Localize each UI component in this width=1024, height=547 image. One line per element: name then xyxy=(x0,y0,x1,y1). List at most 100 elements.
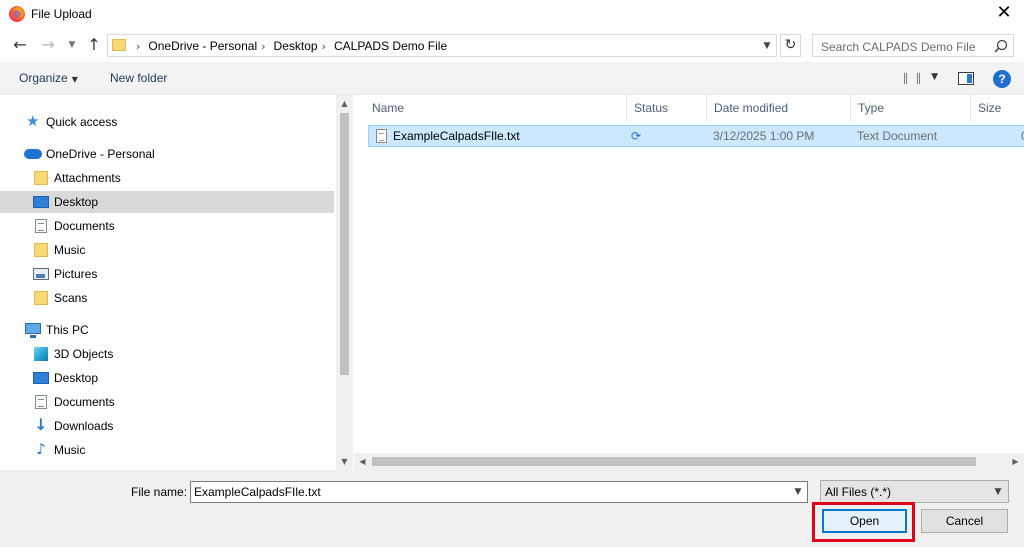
file-list-horizontal-scrollbar[interactable]: ◀ ▶ xyxy=(354,453,1024,470)
sidebar-item-desktop[interactable]: Desktop xyxy=(0,191,334,213)
star-icon: ★ xyxy=(26,112,40,130)
caret-down-icon: ▼ xyxy=(71,75,78,84)
folder-icon xyxy=(112,39,126,51)
sidebar-item-quick-access[interactable]: ★ Quick access xyxy=(0,111,334,133)
organize-button[interactable]: Organize ▼ xyxy=(19,71,78,85)
music-icon: ♪ xyxy=(36,440,46,458)
up-button[interactable]: ↑ xyxy=(84,35,104,55)
address-dropdown-button[interactable]: ▼ xyxy=(760,38,774,54)
sidebar-item-label: Downloads xyxy=(54,419,114,433)
sidebar-item-scans[interactable]: Scans xyxy=(0,287,334,309)
file-name-value: ExampleCalpadsFIle.txt xyxy=(194,485,321,499)
sidebar-item-label: Music xyxy=(54,443,86,457)
sort-ascending-icon: ^ xyxy=(503,95,511,101)
cloud-icon xyxy=(24,149,42,159)
open-button[interactable]: Open xyxy=(822,509,907,533)
sidebar-item-label: Desktop xyxy=(54,195,99,209)
close-button[interactable]: ✕ xyxy=(994,3,1014,23)
recent-locations-button[interactable]: ▼ xyxy=(62,35,82,55)
breadcrumb-item-calpads-demo-file[interactable]: CALPADS Demo File xyxy=(334,39,447,53)
chevron-right-icon[interactable]: › xyxy=(322,40,326,53)
back-button[interactable]: ← xyxy=(10,35,30,55)
sidebar-item-desktop-pc[interactable]: Desktop xyxy=(0,367,334,389)
sidebar-item-label: This PC xyxy=(46,323,89,337)
navigation-pane: ★ Quick access OneDrive - Personal Attac… xyxy=(0,95,336,470)
sidebar-item-documents-pc[interactable]: Documents xyxy=(0,391,334,413)
file-type-value: All Files (*.*) xyxy=(825,485,892,499)
scroll-down-icon[interactable]: ▼ xyxy=(336,453,353,470)
chevron-down-icon[interactable]: ▼ xyxy=(791,484,805,500)
desktop-icon xyxy=(33,372,49,384)
sidebar-item-label: OneDrive - Personal xyxy=(46,147,155,161)
pictures-icon xyxy=(33,268,49,280)
navigation-row: ← → ▼ ↑ › OneDrive - Personal › Desktop … xyxy=(0,32,1024,60)
title-bar: File Upload ✕ xyxy=(0,0,1024,28)
cancel-button[interactable]: Cancel xyxy=(921,509,1008,533)
column-header-type[interactable]: Type xyxy=(851,95,971,121)
organize-label: Organize xyxy=(19,71,68,85)
window-title: File Upload xyxy=(31,7,92,21)
forward-button[interactable]: → xyxy=(38,35,58,55)
sidebar-item-label: Documents xyxy=(54,395,115,409)
help-button[interactable]: ? xyxy=(993,70,1011,88)
breadcrumb-item-desktop[interactable]: Desktop xyxy=(274,39,318,53)
file-date-modified: 3/12/2025 1:00 PM xyxy=(713,129,815,143)
search-input[interactable]: Search CALPADS Demo File xyxy=(812,34,1014,57)
file-row[interactable]: ExampleCalpadsFIle.txt ⟳ 3/12/2025 1:00 … xyxy=(368,125,1024,147)
column-header-date-modified[interactable]: Date modified xyxy=(707,95,851,121)
navigation-pane-scrollbar[interactable]: ▲ ▼ xyxy=(336,95,353,470)
sidebar-item-label: Music xyxy=(54,243,86,257)
firefox-icon xyxy=(9,6,25,22)
desktop-icon xyxy=(33,196,49,208)
new-folder-button[interactable]: New folder xyxy=(110,71,167,85)
sidebar-item-this-pc[interactable]: This PC xyxy=(0,319,334,341)
scrollbar-thumb[interactable] xyxy=(372,457,976,466)
text-file-icon xyxy=(376,129,387,143)
sidebar-item-onedrive[interactable]: OneDrive - Personal xyxy=(0,143,334,165)
column-header-status[interactable]: Status xyxy=(627,95,707,121)
breadcrumb-item-onedrive[interactable]: OneDrive - Personal xyxy=(148,39,257,53)
refresh-button[interactable]: ↻ xyxy=(780,34,801,57)
sidebar-item-label: Quick access xyxy=(46,115,118,129)
sidebar-item-label: Documents xyxy=(54,219,115,233)
scroll-right-icon[interactable]: ▶ xyxy=(1007,453,1024,470)
scroll-up-icon[interactable]: ▲ xyxy=(336,95,353,112)
search-icon xyxy=(994,39,1008,53)
sidebar-item-label: Desktop xyxy=(54,371,99,385)
scrollbar-thumb[interactable] xyxy=(340,113,349,375)
sidebar-item-3d-objects[interactable]: 3D Objects xyxy=(0,343,334,365)
file-name-label: File name: xyxy=(131,485,188,499)
chevron-right-icon[interactable]: › xyxy=(261,40,265,53)
file-name: ExampleCalpadsFIle.txt xyxy=(393,129,520,143)
sidebar-item-label: Pictures xyxy=(54,267,98,281)
column-header-label: Name xyxy=(372,101,405,115)
scroll-left-icon[interactable]: ◀ xyxy=(354,453,371,470)
computer-icon xyxy=(25,323,41,338)
caret-down-icon: ▼ xyxy=(931,72,938,82)
sidebar-item-label: Scans xyxy=(54,291,88,305)
change-view-button[interactable]: ▼ xyxy=(902,70,940,88)
file-type-select[interactable]: All Files (*.*) ▼ xyxy=(820,480,1009,503)
file-list: ^ Name Status Date modified Type Size Ex… xyxy=(354,95,1024,470)
sidebar-item-pictures[interactable]: Pictures xyxy=(0,263,334,285)
sidebar-item-downloads[interactable]: ↓ Downloads xyxy=(0,415,334,437)
preview-pane-button[interactable] xyxy=(958,72,974,85)
sidebar-item-attachments[interactable]: Attachments xyxy=(0,167,334,189)
sidebar-item-music-pc[interactable]: ♪ Music xyxy=(0,439,334,461)
sidebar-item-music[interactable]: Music xyxy=(0,239,334,261)
file-name-field[interactable]: ExampleCalpadsFIle.txt ▼ xyxy=(190,481,808,503)
file-type: Text Document xyxy=(857,129,938,143)
address-bar[interactable]: › OneDrive - Personal › Desktop › CALPAD… xyxy=(107,34,777,57)
sync-icon: ⟳ xyxy=(631,129,642,143)
folder-icon xyxy=(34,291,48,305)
download-icon: ↓ xyxy=(34,415,48,434)
column-header-name[interactable]: ^ Name xyxy=(365,95,627,121)
document-icon xyxy=(35,219,47,233)
sidebar-item-documents[interactable]: Documents xyxy=(0,215,334,237)
column-header-size[interactable]: Size xyxy=(971,95,1024,121)
breadcrumb: › OneDrive - Personal › Desktop › CALPAD… xyxy=(132,39,447,53)
view-grid-icon xyxy=(904,73,920,84)
cube-icon xyxy=(34,347,48,361)
folder-icon xyxy=(34,171,48,185)
document-icon xyxy=(35,395,47,409)
